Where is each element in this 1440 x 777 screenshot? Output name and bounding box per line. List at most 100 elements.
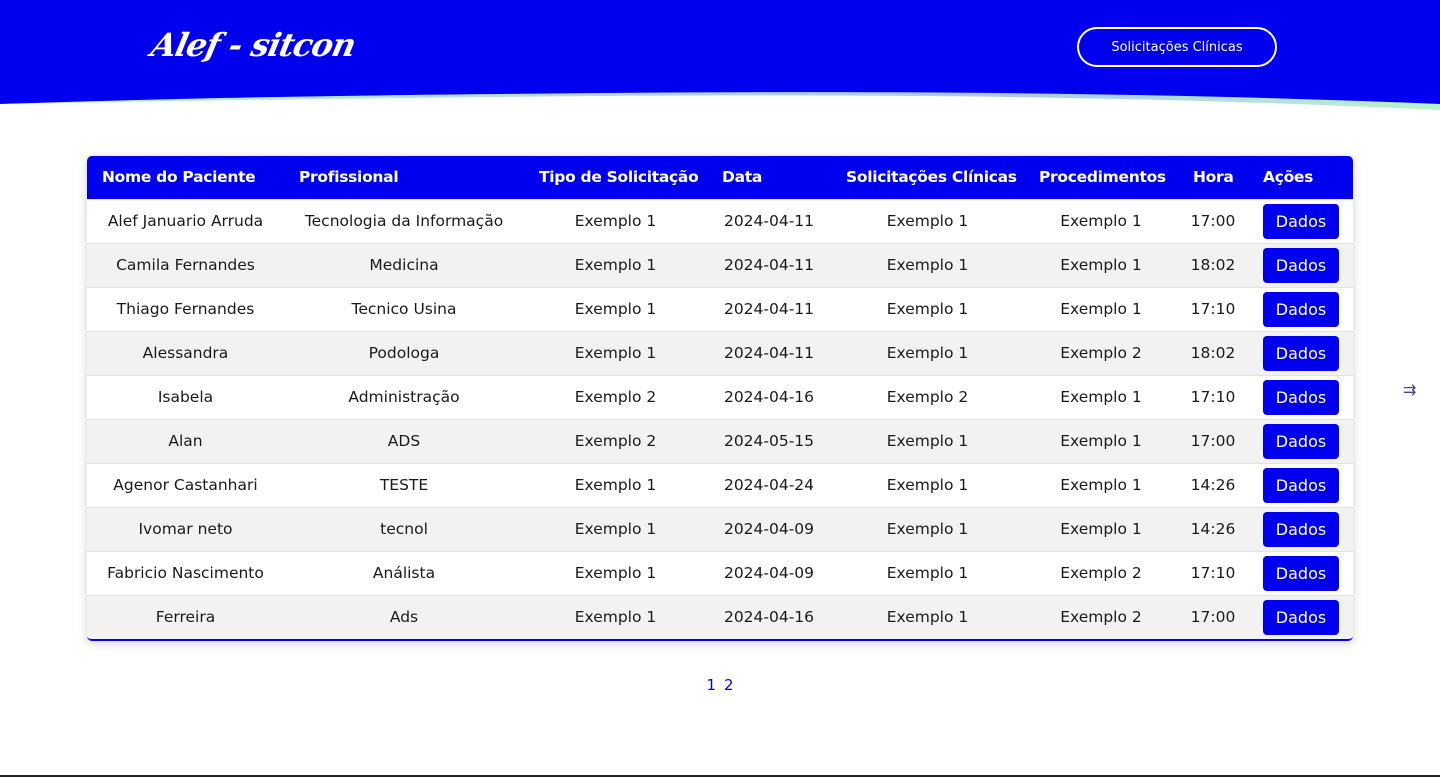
table-row: Alan ADS Exemplo 2 2024-05-15 Exemplo 1 Exemp…: [87, 419, 1353, 463]
table-cell: Alef Januario Arruda: [107, 212, 264, 230]
column-header: Data: [722, 168, 762, 187]
page-header: Alef - sitcon Solicitações Clínicas: [0, 0, 1440, 112]
dados-button[interactable]: Dados: [1263, 555, 1339, 591]
table-cell: 18:02: [1190, 344, 1236, 362]
table-cell: Exemplo 2: [1060, 608, 1142, 627]
table-cell: Fabricio Nascimento: [107, 564, 264, 582]
table-cell: Exemplo 1: [574, 564, 657, 582]
dados-button[interactable]: Dados: [1263, 511, 1339, 547]
table-cell: Exemplo 1: [886, 212, 969, 230]
table-row: Ferreira Ads Exemplo 1 2024-04-16 Exemplo 1 E…: [87, 595, 1353, 639]
table-cell: Ferreira: [155, 608, 216, 627]
table-cell: Exemplo 1: [1060, 476, 1142, 494]
table-cell: 2024-04-11: [723, 300, 815, 318]
table-row: Thiago Fernandes Tecnico Usina Exemplo 1 20…: [87, 287, 1353, 331]
table-cell: 2024-04-11: [723, 212, 815, 230]
table-cell: Exemplo 2: [1060, 564, 1142, 582]
dados-button[interactable]: Dados: [1263, 423, 1339, 459]
table-cell: Exemplo 2: [1060, 344, 1142, 362]
table-cell: Camila Fernandes: [116, 256, 255, 274]
actions-cell: Dados: [1248, 243, 1353, 287]
actions-cell: Dados: [1248, 507, 1353, 551]
table-cell: Administração: [348, 388, 460, 406]
actions-cell: Dados: [1248, 331, 1353, 375]
table-cell: Exemplo 1: [886, 432, 969, 450]
solicitacoes-clinicas-button[interactable]: Solicitações Clínicas: [1077, 27, 1277, 67]
table-cell: Exemplo 1: [574, 344, 657, 362]
table-cell: 18:02: [1190, 256, 1236, 274]
dados-button[interactable]: Dados: [1263, 467, 1339, 503]
table-cell: Exemplo 2: [886, 388, 969, 406]
table-row: Alef Januario Arruda Tecnologia da Inform…: [87, 199, 1353, 243]
table-row: Alessandra Podologa Exemplo 1 2024-04-11 Exe…: [87, 331, 1353, 375]
brand-logo[interactable]: Alef - sitcon: [148, 26, 359, 64]
column-header: Nome do Paciente: [102, 168, 256, 187]
table-cell: Tecnologia da Informação: [304, 212, 504, 230]
table-cell: Exemplo 1: [886, 476, 969, 494]
table-cell: Thiago Fernandes: [116, 300, 255, 318]
dados-button[interactable]: Dados: [1263, 599, 1339, 635]
table-cell: 17:10: [1190, 564, 1236, 582]
table-row: Isabela Administração Exemplo 2 2024-04-16 E…: [87, 375, 1353, 419]
table-cell: Exemplo 1: [574, 300, 657, 318]
table-cell: Exemplo 1: [574, 476, 657, 494]
table-cell: 2024-04-24: [723, 476, 815, 494]
dados-button[interactable]: Dados: [1263, 335, 1339, 371]
table-body: Alef Januario Arruda Tecnologia da Inform…: [87, 199, 1353, 639]
table-cell: 2024-04-09: [723, 520, 815, 538]
table-cell: 17:10: [1190, 300, 1236, 318]
dados-button[interactable]: Dados: [1263, 203, 1339, 239]
table-cell: 17:00: [1190, 432, 1236, 450]
arrow-right-icon[interactable]: ⇉: [1403, 380, 1416, 400]
table-row: Agenor Castanhari TESTE Exemplo 1 2024-04-2…: [87, 463, 1353, 507]
dados-button[interactable]: Dados: [1263, 379, 1339, 415]
table-cell: 17:10: [1190, 388, 1236, 406]
dados-button[interactable]: Dados: [1263, 247, 1339, 283]
column-header: Hora: [1193, 168, 1234, 187]
table-cell: 14:26: [1190, 476, 1236, 494]
table-cell: Exemplo 1: [886, 608, 969, 627]
table-cell: 14:26: [1190, 520, 1236, 538]
dados-button[interactable]: Dados: [1263, 291, 1339, 327]
table-cell: TESTE: [379, 476, 429, 494]
table-cell: Exemplo 1: [1060, 432, 1142, 450]
actions-cell: Dados: [1248, 375, 1353, 419]
table-cell: Exemplo 1: [1060, 520, 1142, 538]
table-cell: 2024-04-16: [723, 388, 815, 406]
patients-table: Nome do Paciente Profissional Tipo de Soli…: [87, 156, 1353, 639]
column-header: Solicitações Clínicas: [846, 168, 1017, 187]
table-cell: ADS: [387, 432, 421, 450]
actions-cell: Dados: [1248, 463, 1353, 507]
table-cell: Exemplo 1: [886, 520, 969, 538]
actions-cell: Dados: [1248, 419, 1353, 463]
table-cell: Tecnico Usina: [351, 300, 457, 318]
column-header: Procedimentos: [1039, 168, 1166, 187]
table-cell: 2024-05-15: [723, 432, 815, 450]
table-cell: Isabela: [157, 388, 214, 406]
table-cell: 2024-04-11: [723, 344, 815, 362]
table-cell: 2024-04-16: [723, 608, 815, 627]
table-row: Camila Fernandes Medicina Exemplo 1 2024-04…: [87, 243, 1353, 287]
column-header: Ações: [1263, 168, 1314, 187]
table-cell: Medicina: [369, 256, 439, 274]
actions-cell: Dados: [1248, 287, 1353, 331]
actions-cell: Dados: [1248, 199, 1353, 243]
actions-cell: Dados: [1248, 595, 1353, 639]
table-cell: Ads: [389, 608, 419, 627]
table-cell: Exemplo 1: [886, 256, 969, 274]
table-cell: 17:00: [1190, 608, 1236, 627]
table-cell: Ivomar neto: [138, 520, 233, 538]
table-cell: Exemplo 2: [574, 388, 657, 406]
column-header: Tipo de Solicitação: [539, 168, 699, 187]
table-cell: 2024-04-11: [723, 256, 815, 274]
table-row: Fabricio Nascimento Análista Exemplo 1 2024…: [87, 551, 1353, 595]
table-cell: Exemplo 1: [1060, 256, 1142, 274]
table-cell: Agenor Castanhari: [113, 476, 258, 494]
page-link-2[interactable]: 2: [724, 676, 734, 694]
page-link-1[interactable]: 1: [706, 676, 716, 694]
table-cell: Exemplo 1: [886, 564, 969, 582]
table-cell: Exemplo 1: [886, 300, 969, 318]
table-cell: Podologa: [368, 344, 440, 362]
table-cell: Exemplo 2: [574, 432, 657, 450]
column-header: Profissional: [299, 168, 399, 187]
